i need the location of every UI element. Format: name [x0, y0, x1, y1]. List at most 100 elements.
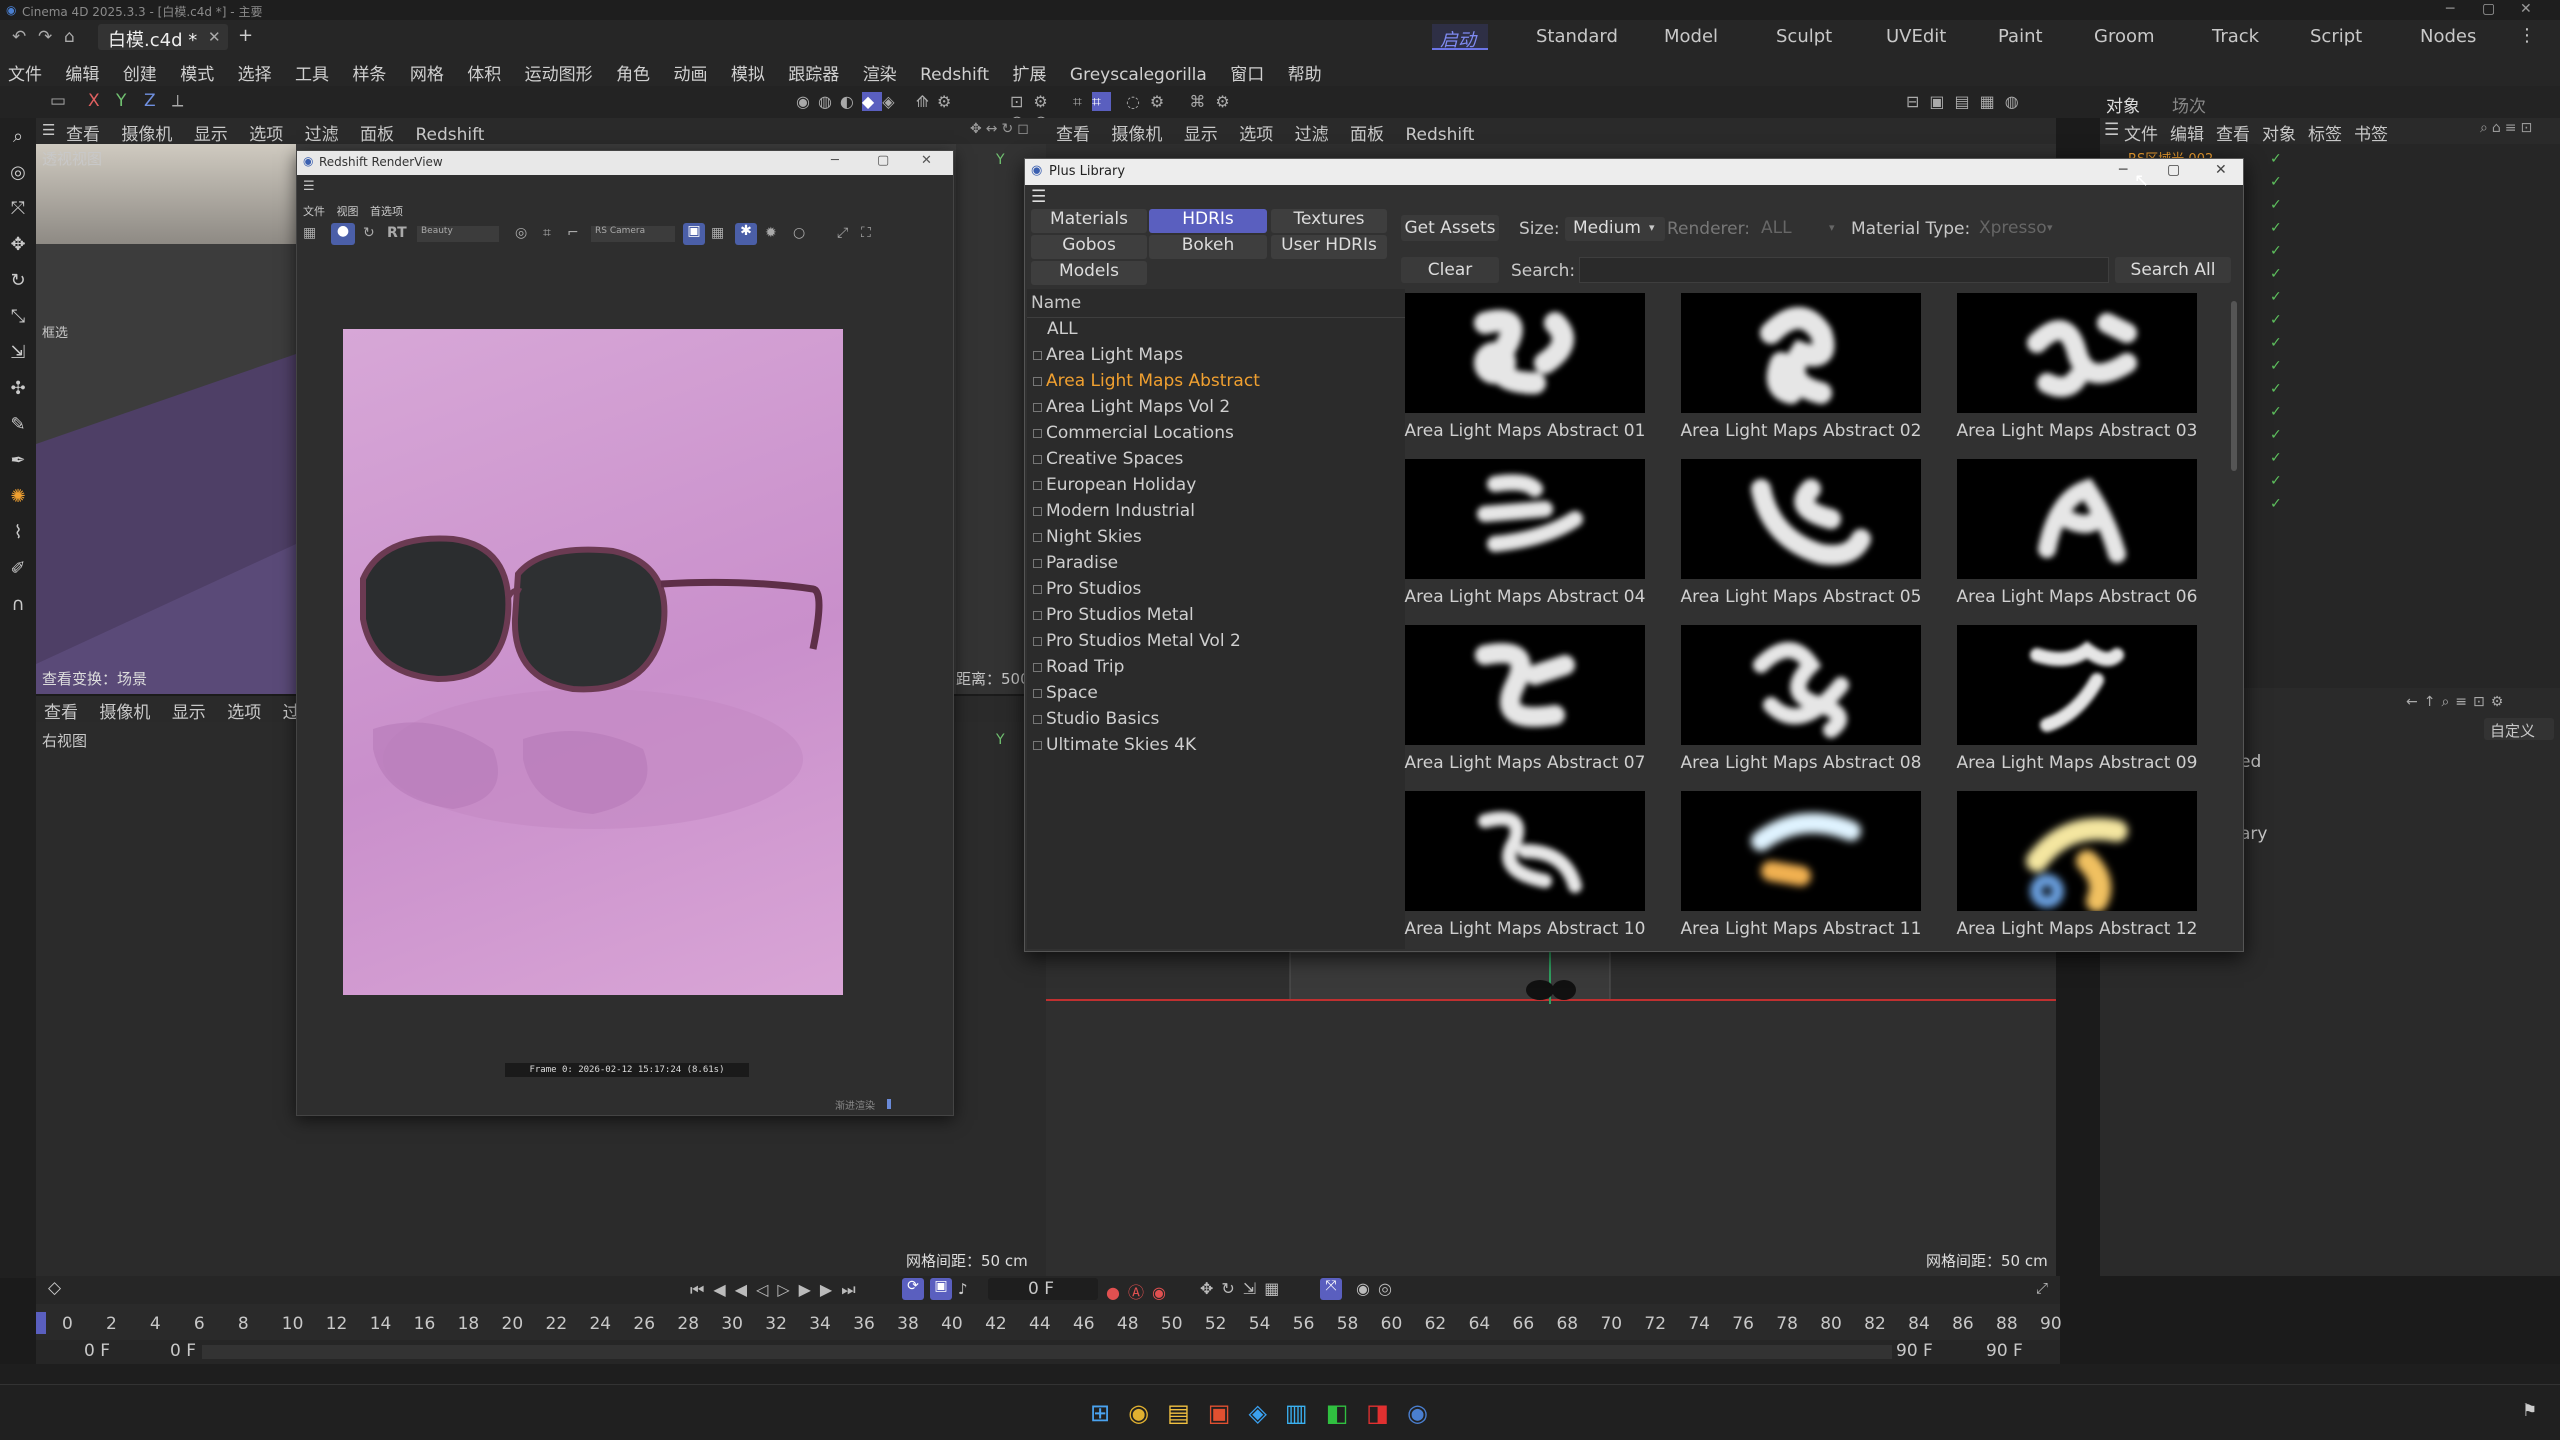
layout-startup[interactable]: 启动: [1432, 24, 1488, 51]
sound-icon[interactable]: ♪: [958, 1280, 968, 1298]
menu-redshift[interactable]: Redshift: [920, 65, 989, 85]
render-icons[interactable]: ⊟▣▤▦◍: [1906, 92, 2056, 114]
record-icons[interactable]: ●Ⓐ◉: [1106, 1279, 1174, 1303]
layout-uvedit[interactable]: UVEdit: [1886, 26, 1946, 47]
om-search-icons[interactable]: ⌕⌂≡⊡: [2480, 120, 2536, 136]
layout-paint[interactable]: Paint: [1998, 26, 2043, 47]
tree-item[interactable]: Area Light Maps Vol 2: [1033, 397, 1230, 417]
rv-fullscreen-icon[interactable]: ⛶: [861, 225, 871, 241]
om-tab-objects[interactable]: 对象: [2106, 92, 2140, 117]
rvp-menu-camera[interactable]: 摄像机: [1111, 125, 1162, 145]
rvp-menu-redshift[interactable]: Redshift: [1405, 125, 1474, 145]
renderview-minimize-icon[interactable]: ─: [831, 153, 839, 168]
search-icon[interactable]: ⌕: [7, 126, 29, 148]
expand-icon[interactable]: [1033, 506, 1042, 516]
playback-icons[interactable]: ⏮◀◀◁▷▶▶⏭: [690, 1280, 865, 1300]
tab-user-hdris[interactable]: User HDRIs: [1271, 235, 1387, 259]
redo-icon[interactable]: ↷: [38, 27, 52, 47]
menu-greyscalegorilla[interactable]: Greyscalegorilla: [1070, 65, 1207, 85]
renderer-dropdown[interactable]: ALL ▾: [1753, 217, 1843, 241]
browser-icon[interactable]: ◉: [1128, 1399, 1167, 1427]
axis-z-toggle[interactable]: Z: [144, 91, 156, 111]
app-blue-icon[interactable]: ◈: [1248, 1399, 1284, 1427]
rv-menu-view[interactable]: 视图: [337, 205, 359, 218]
lvp-menu-view[interactable]: 查看: [44, 703, 78, 723]
rv-rt-toggle[interactable]: RT: [387, 225, 407, 241]
start-icon[interactable]: ⊞: [1090, 1399, 1128, 1427]
maximize-icon[interactable]: ▢: [2482, 1, 2495, 17]
rvp-menu-options[interactable]: 选项: [1239, 125, 1273, 145]
rv-menu-prefs[interactable]: 首选项: [370, 205, 403, 218]
menu-create[interactable]: 创建: [123, 60, 157, 85]
vp-menu-options[interactable]: 选项: [249, 125, 283, 145]
tab-bokeh[interactable]: Bokeh: [1149, 235, 1267, 259]
menu-tracker[interactable]: 跟踪器: [788, 60, 839, 85]
asset-thumbnail[interactable]: [1957, 293, 2197, 413]
expand-icon[interactable]: [1033, 688, 1042, 698]
timeline-expand-icon[interactable]: ⤢: [2036, 1279, 2048, 1297]
library-minimize-icon[interactable]: ─: [2119, 162, 2127, 178]
rv-menu-file[interactable]: 文件: [303, 205, 325, 218]
minimize-icon[interactable]: ─: [2446, 1, 2454, 17]
rv-bucket-icon[interactable]: ◎: [515, 225, 527, 241]
library-maximize-icon[interactable]: ▢: [2167, 162, 2180, 178]
expand-icon[interactable]: [1033, 454, 1042, 464]
range-start[interactable]: 0 F: [84, 1341, 110, 1361]
layout-groom[interactable]: Groom: [2094, 26, 2155, 47]
tab-gobos[interactable]: Gobos: [1031, 235, 1147, 259]
layout-standard[interactable]: Standard: [1536, 26, 1618, 47]
live-select-icon[interactable]: ◎: [7, 162, 29, 184]
tree-item[interactable]: Area Light Maps: [1033, 345, 1183, 365]
menu-window[interactable]: 窗口: [1230, 60, 1264, 85]
menu-volume[interactable]: 体积: [467, 60, 501, 85]
rv-circle-icon[interactable]: ○: [793, 225, 805, 241]
undo-icon[interactable]: ↶: [12, 27, 26, 47]
notification-icon[interactable]: ⚑: [2522, 1401, 2537, 1421]
tree-item[interactable]: Paradise: [1033, 553, 1118, 573]
expand-icon[interactable]: [1033, 428, 1042, 438]
menu-character[interactable]: 角色: [616, 60, 650, 85]
rv-render-icon[interactable]: ●: [331, 223, 355, 245]
scale-icon[interactable]: ⤡: [7, 306, 29, 328]
pencil-icon[interactable]: ✐: [7, 558, 29, 580]
asset-thumbnail[interactable]: [1957, 791, 2197, 911]
rvp-menu-filter[interactable]: 过滤: [1295, 125, 1329, 145]
size-dropdown[interactable]: Medium ▾: [1565, 217, 1665, 241]
om-menu-tags[interactable]: 标签: [2308, 120, 2342, 145]
move-icon[interactable]: ✥: [7, 234, 29, 256]
asset-thumbnail[interactable]: [1405, 459, 1645, 579]
viewport-nav-icons[interactable]: ✥↔↻◻: [970, 121, 1033, 137]
magnet-icon[interactable]: ∩: [7, 594, 29, 616]
rotate-icon[interactable]: ↻: [7, 270, 29, 292]
app-red2-icon[interactable]: ◨: [1366, 1399, 1407, 1427]
renderview-close-icon[interactable]: ✕: [921, 153, 932, 168]
layout-sculpt[interactable]: Sculpt: [1776, 26, 1832, 47]
renderview-menu-icon[interactable]: ☰: [303, 179, 315, 194]
lvp-menu-display[interactable]: 显示: [172, 703, 206, 723]
expand-icon[interactable]: [1033, 662, 1042, 672]
rv-grid-icon[interactable]: ⌗: [543, 225, 551, 241]
motion-icons[interactable]: ◉◎: [1356, 1279, 1400, 1298]
selection-filter-icon[interactable]: ▭: [50, 91, 66, 111]
range-end-2[interactable]: 90 F: [1986, 1341, 2023, 1361]
om-menu-view[interactable]: 查看: [2216, 120, 2250, 145]
tree-item[interactable]: Ultimate Skies 4K: [1033, 735, 1196, 755]
rvp-menu-display[interactable]: 显示: [1184, 125, 1218, 145]
om-menu-icon[interactable]: ☰: [2104, 120, 2119, 140]
key-mode-icons[interactable]: ✥↻⇲▦: [1200, 1279, 1287, 1298]
rvp-menu-view[interactable]: 查看: [1056, 125, 1090, 145]
snap-tool-icon[interactable]: ✣: [7, 378, 29, 400]
expand-icon[interactable]: [1033, 402, 1042, 412]
current-frame-field[interactable]: 0 F: [988, 1278, 1098, 1300]
snap-icons[interactable]: ⊡⚙ ⌗⌗ ◌⚙ ⌘⚙ ◎◎: [1010, 92, 1270, 131]
library-close-icon[interactable]: ✕: [2215, 162, 2227, 178]
layout-nodes[interactable]: Nodes: [2420, 26, 2476, 47]
layout-script[interactable]: Script: [2310, 26, 2362, 47]
rv-aov-dropdown[interactable]: Beauty: [417, 226, 499, 242]
expand-icon[interactable]: [1033, 610, 1042, 620]
app-green-icon[interactable]: ◧: [1326, 1399, 1367, 1427]
rv-fit-icon[interactable]: ⤢: [837, 225, 848, 241]
asset-thumbnail[interactable]: [1681, 625, 1921, 745]
range-start-2[interactable]: 0 F: [170, 1341, 196, 1361]
tree-item[interactable]: Night Skies: [1033, 527, 1142, 547]
